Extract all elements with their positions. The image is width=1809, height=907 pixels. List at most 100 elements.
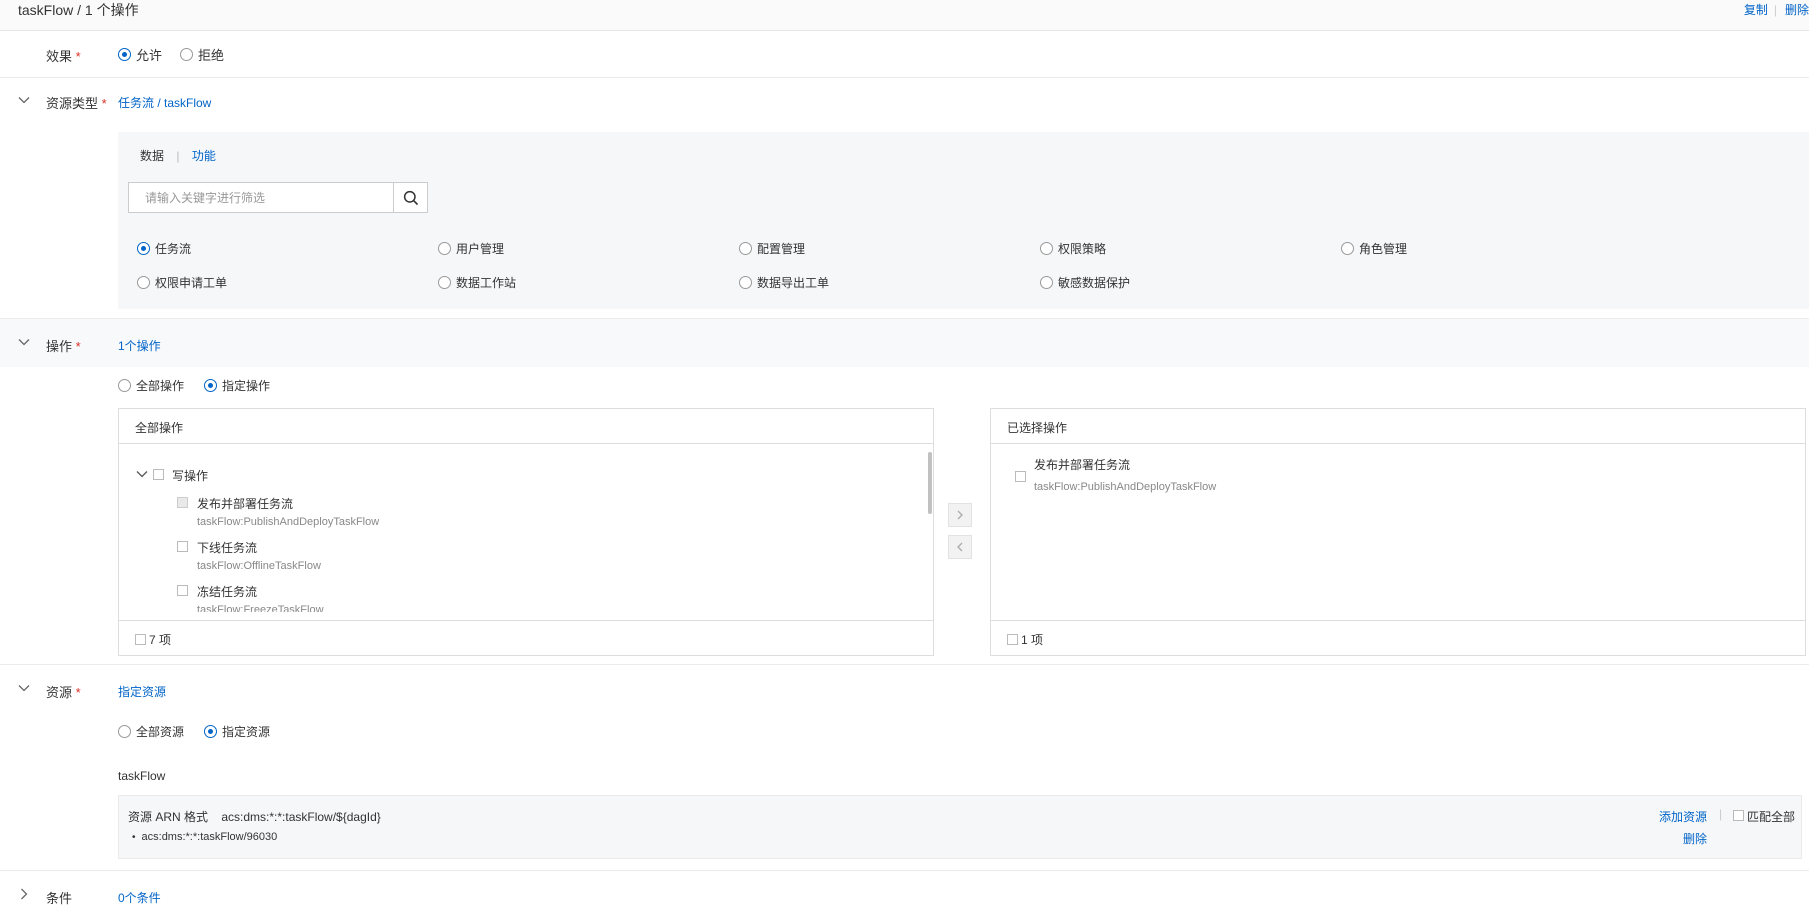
search-button[interactable]: [393, 183, 427, 212]
type-option-label: 角色管理: [1359, 242, 1408, 256]
operation-summary: 1个操作: [118, 339, 161, 353]
operation-label-text: 操作: [46, 339, 73, 354]
resource-label-text: 资源: [46, 685, 73, 700]
radio-checked-icon: [118, 48, 131, 61]
chevron-down-icon[interactable]: [18, 94, 30, 106]
radio-unchecked-icon: [438, 276, 451, 289]
group-checkbox[interactable]: [153, 469, 164, 480]
type-option-config-management[interactable]: 配置管理: [739, 240, 805, 257]
match-all-label: 匹配全部: [1747, 810, 1796, 824]
operation-item-code: taskFlow:PublishAndDeployTaskFlow: [197, 516, 380, 528]
operation-specified-label: 指定操作: [222, 379, 271, 393]
type-option-sensitive-data[interactable]: 敏感数据保护: [1040, 274, 1130, 291]
search-input[interactable]: [129, 183, 401, 212]
tab-function[interactable]: 功能: [192, 149, 216, 163]
operation-item-name: 发布并部署任务流: [197, 497, 294, 511]
radio-unchecked-icon: [739, 276, 752, 289]
statement-title: taskFlow / 1 个操作: [18, 2, 139, 18]
type-option-label: 数据工作站: [456, 276, 517, 290]
type-option-label: 权限申请工单: [155, 276, 228, 290]
copy-link[interactable]: 复制: [1744, 3, 1768, 17]
type-option-permission-policy[interactable]: 权限策略: [1040, 240, 1106, 257]
chevron-right-icon[interactable]: [18, 888, 30, 900]
type-option-role-management[interactable]: 角色管理: [1341, 240, 1407, 257]
chevron-right-icon: [957, 510, 963, 520]
resource-type-label-text: 资源类型: [46, 96, 99, 111]
panel-title: 全部操作: [119, 409, 933, 444]
arn-format-value: acs:dms:*:*:taskFlow/${dagId}: [221, 810, 381, 824]
select-all-checkbox[interactable]: [135, 634, 146, 645]
add-resource-link[interactable]: 添加资源: [1659, 808, 1707, 825]
operation-specified-radio[interactable]: 指定操作: [204, 377, 270, 394]
panel-title: 已选择操作: [991, 409, 1805, 444]
move-left-button[interactable]: [948, 535, 972, 559]
type-option-data-export-ticket[interactable]: 数据导出工单: [739, 274, 829, 291]
resource-summary: 指定资源: [118, 685, 167, 699]
tab-separator: |: [176, 149, 180, 163]
chevron-down-icon[interactable]: [18, 336, 30, 348]
operation-checkbox[interactable]: [1015, 471, 1026, 482]
resource-all-radio[interactable]: 全部资源: [118, 723, 184, 740]
tab-data[interactable]: 数据: [140, 149, 164, 163]
resource-type-label: 资源类型 *: [46, 93, 107, 112]
radio-unchecked-icon: [118, 379, 131, 392]
selected-operations-panel: 已选择操作 1 项: [990, 408, 1806, 656]
chevron-down-icon[interactable]: [136, 468, 148, 480]
resource-type-tabs: 数据 | 功能: [140, 147, 216, 164]
select-all-checkbox[interactable]: [1007, 634, 1018, 645]
match-all-checkbox[interactable]: [1733, 810, 1744, 821]
effect-allow-label: 允许: [136, 48, 163, 63]
radio-checked-icon: [204, 379, 217, 392]
operation-checkbox[interactable]: [177, 585, 188, 596]
operation-item-clipped: 冻结任务流 taskFlow:FreezeTaskFlow: [170, 580, 910, 612]
radio-unchecked-icon: [1040, 276, 1053, 289]
search-icon: [403, 190, 418, 205]
effect-allow-radio[interactable]: 允许: [118, 45, 162, 64]
panel-footer: 7 项: [119, 620, 933, 655]
type-option-permission-ticket[interactable]: 权限申请工单: [137, 274, 227, 291]
radio-unchecked-icon: [739, 242, 752, 255]
radio-checked-icon: [137, 242, 150, 255]
statement-header: taskFlow / 1 个操作 复制 | 删除: [0, 0, 1809, 31]
operation-item-name: 下线任务流: [197, 541, 258, 555]
divider: |: [1773, 3, 1777, 17]
resource-all-label: 全部资源: [136, 725, 185, 739]
type-option-label: 数据导出工单: [757, 276, 830, 290]
scrollbar[interactable]: [928, 452, 932, 514]
required-mark: *: [101, 96, 107, 111]
effect-label-text: 效果: [46, 49, 73, 64]
divider: [0, 870, 1809, 871]
selected-item-name: 发布并部署任务流: [1034, 458, 1131, 472]
operation-all-label: 全部操作: [136, 379, 185, 393]
type-option-data-workstation[interactable]: 数据工作站: [438, 274, 516, 291]
effect-deny-radio[interactable]: 拒绝: [180, 45, 224, 64]
resource-type-search: [128, 182, 428, 213]
delete-resource-link[interactable]: 删除: [1683, 830, 1707, 847]
required-mark: *: [75, 685, 81, 700]
type-option-user-management[interactable]: 用户管理: [438, 240, 504, 257]
resource-type-panel: [118, 132, 1809, 309]
operation-item-name: 冻结任务流: [197, 585, 258, 599]
move-right-button[interactable]: [948, 503, 972, 527]
resource-subtitle: taskFlow: [118, 769, 166, 783]
panel-footer: 1 项: [991, 620, 1805, 655]
operation-checkbox[interactable]: [177, 541, 188, 552]
arn-list-item: • acs:dms:*:*:taskFlow/96030: [132, 831, 277, 843]
operation-checkbox: [177, 497, 188, 508]
operation-row-bg: [0, 319, 1809, 367]
type-option-label: 权限策略: [1058, 242, 1107, 256]
radio-unchecked-icon: [137, 276, 150, 289]
type-option-taskflow[interactable]: 任务流: [137, 240, 191, 257]
effect-deny-label: 拒绝: [198, 48, 225, 63]
resource-label: 资源 *: [46, 682, 81, 701]
chevron-down-icon[interactable]: [18, 682, 30, 694]
delete-link[interactable]: 删除: [1785, 3, 1809, 17]
divider: [0, 77, 1809, 78]
resource-specified-radio[interactable]: 指定资源: [204, 723, 270, 740]
panel-count: 7 项: [149, 633, 172, 647]
panel-count: 1 项: [1021, 633, 1044, 647]
arn-box: [118, 795, 1802, 859]
radio-unchecked-icon: [438, 242, 451, 255]
operation-all-radio[interactable]: 全部操作: [118, 377, 184, 394]
radio-unchecked-icon: [1341, 242, 1354, 255]
